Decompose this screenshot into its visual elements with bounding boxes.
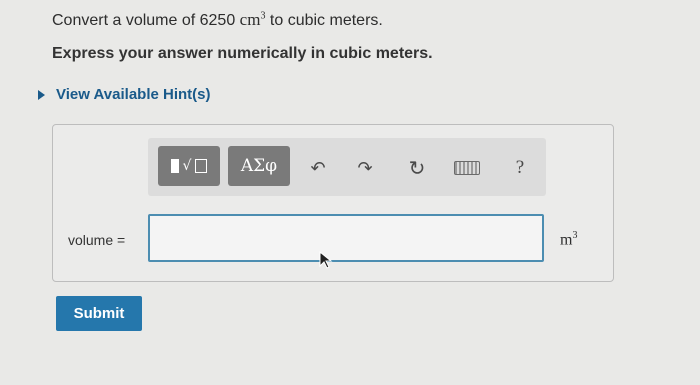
- answer-unit-exponent: 3: [572, 230, 578, 241]
- question-instruction: Express your answer numerically in cubic…: [52, 45, 433, 62]
- volume-answer-input[interactable]: [148, 214, 544, 262]
- templates-button[interactable]: √: [158, 146, 220, 186]
- answer-label: volume =: [68, 232, 126, 248]
- question-unit: cm3: [239, 10, 266, 29]
- mouse-cursor-icon: [319, 250, 333, 269]
- question-unit-exponent: 3: [260, 10, 266, 22]
- undo-icon[interactable]: ↶: [308, 158, 328, 178]
- help-icon[interactable]: ?: [510, 157, 530, 178]
- caret-right-icon: [38, 89, 45, 100]
- answer-unit: m3: [560, 230, 578, 249]
- view-hints-link[interactable]: View Available Hint(s): [38, 86, 211, 103]
- math-toolbar: √ ΑΣφ ↶ ↷ ↻ ?: [148, 138, 546, 196]
- greek-symbols-button[interactable]: ΑΣφ: [228, 146, 290, 186]
- templates-icon: √: [170, 158, 208, 174]
- question-prefix: Convert a volume of 6250: [52, 12, 236, 29]
- redo-icon[interactable]: ↷: [355, 158, 375, 178]
- question-suffix: to cubic meters.: [269, 12, 383, 29]
- keyboard-shortcuts-icon[interactable]: [454, 158, 480, 178]
- question-text: Convert a volume of 6250 cm3 to cubic me…: [52, 10, 383, 30]
- view-hints-label: View Available Hint(s): [56, 86, 211, 103]
- submit-button[interactable]: Submit: [56, 296, 142, 331]
- reset-icon[interactable]: ↻: [407, 158, 427, 180]
